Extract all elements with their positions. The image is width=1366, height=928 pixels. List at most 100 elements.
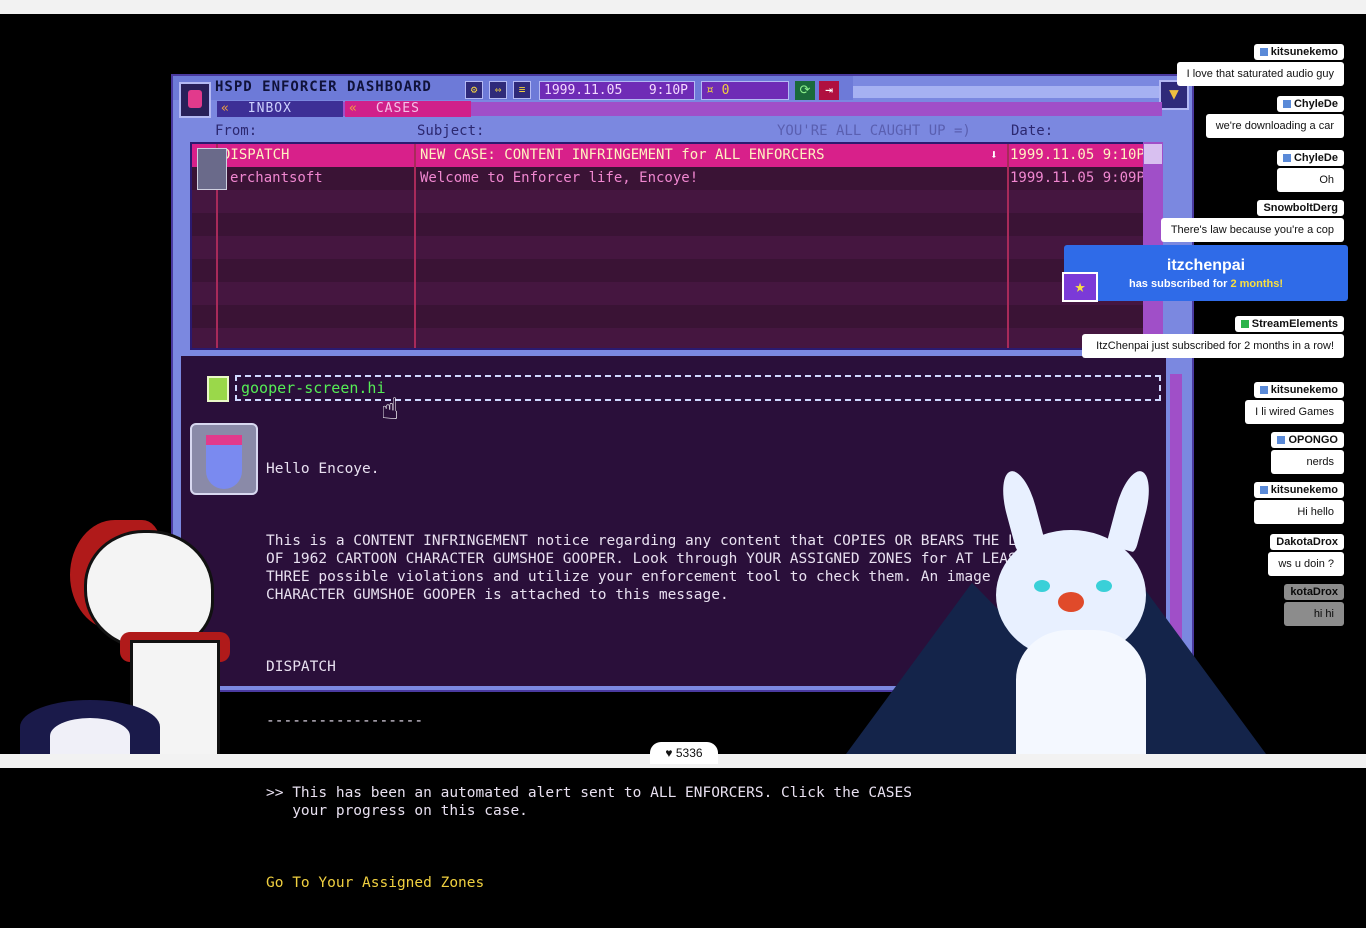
empty-row [192, 259, 1158, 282]
chat-message: ChyleDe Oh [1276, 146, 1344, 192]
chat-username-text: StreamElements [1251, 318, 1338, 330]
avatar-nose [1058, 592, 1084, 612]
tab-cases[interactable]: « CASES [345, 101, 471, 117]
chevron-left-icon: « [349, 101, 358, 116]
avatar-eye [1096, 580, 1112, 592]
chat-message: kitsunekemo Hi hello [1253, 478, 1344, 524]
chat-username-text: kitsunekemo [1270, 484, 1338, 496]
file-icon [207, 376, 229, 402]
chat-text: There's law because you're a cop [1160, 218, 1344, 242]
date-time-display: 1999.11.05 9:10P [539, 81, 695, 100]
like-counter[interactable]: ♥ 5336 [650, 742, 718, 764]
sub-alert-name: itzchenpai [1166, 257, 1246, 274]
time-value: 9:10P [648, 83, 688, 98]
chat-username: kotaDrox [1284, 584, 1344, 600]
list-headers: From: Subject: YOU'RE ALL CAUGHT UP =) D… [181, 120, 1166, 140]
chat-message: StreamElements ItzChenpai just subscribe… [1082, 312, 1344, 358]
empty-row [192, 328, 1158, 348]
chat-username: OPONGO [1271, 432, 1344, 448]
mail-from: erchantsoft [230, 170, 323, 186]
window-title: HSPD ENFORCER DASHBOARD [215, 79, 432, 95]
chat-username: ChyleDe [1276, 96, 1344, 112]
chat-message: DakotaDrox ws u doin ? [1268, 530, 1344, 576]
chat-message: kitsunekemo I li wired Games [1245, 378, 1344, 424]
chevron-left-icon: « [221, 101, 230, 116]
mail-subject: Welcome to Enforcer life, Encoye! [420, 170, 699, 186]
column-divider [414, 144, 416, 348]
mail-row-dispatch[interactable]: DISPATCH NEW CASE: CONTENT INFRINGEMENT … [192, 144, 1158, 167]
coin-value: 0 [721, 83, 730, 98]
chat-text: Hi hello [1253, 500, 1344, 524]
browser-top-bar [0, 0, 1366, 14]
refresh-icon[interactable]: ⟳ [795, 81, 815, 100]
subscription-alert: itzchenpai has subscribed for 2 months! [1064, 245, 1348, 301]
heart-icon: ♥ [665, 746, 673, 760]
split-icon[interactable]: ⇔ [489, 81, 507, 99]
attachment-name: gooper-screen.hi [241, 379, 386, 397]
coin-icon: ¤ [706, 83, 714, 98]
badge-icon [1282, 154, 1291, 163]
attachment-link[interactable]: gooper-screen.hi [235, 375, 1161, 401]
header-status: YOU'RE ALL CAUGHT UP =) [777, 123, 971, 139]
tab-cases-label: CASES [375, 101, 420, 116]
logout-icon[interactable]: ⇥ [819, 81, 839, 100]
tab-inbox[interactable]: « INBOX [217, 101, 343, 117]
empty-row [192, 282, 1158, 305]
avatar-horn [1106, 467, 1156, 553]
date-value: 1999.11.05 [544, 83, 623, 98]
avatar-chest [1016, 630, 1146, 754]
chat-username: kitsunekemo [1253, 44, 1344, 60]
empty-row [192, 190, 1158, 213]
chat-text: ws u doin ? [1268, 552, 1344, 576]
chat-text: we're downloading a car [1205, 114, 1344, 138]
chat-username-text: kitsunekemo [1270, 46, 1338, 58]
chat-username-text: OPONGO [1288, 434, 1338, 446]
header-subject: Subject: [417, 123, 485, 139]
chat-username: StreamElements [1234, 316, 1344, 332]
sender-avatar [197, 148, 227, 190]
chat-username: ChyleDe [1276, 150, 1344, 166]
chat-message: kotaDrox hi hi [1284, 580, 1344, 626]
badge-icon [1240, 320, 1249, 329]
chat-message: SnowboltDerg There's law because you're … [1160, 196, 1344, 242]
assigned-zones-link[interactable]: Go To Your Assigned Zones [266, 874, 1156, 892]
chat-text: ItzChenpai just subscribed for 2 months … [1082, 334, 1344, 358]
chat-text: nerds [1271, 450, 1344, 474]
avatar-eye [1034, 580, 1050, 592]
coin-counter: ¤ 0 [701, 81, 789, 100]
inbox-list: DISPATCH NEW CASE: CONTENT INFRINGEMENT … [190, 142, 1160, 350]
empty-row [192, 236, 1158, 259]
chat-username: SnowboltDerg [1257, 200, 1344, 216]
empty-row [192, 305, 1158, 328]
star-icon: ★ [1062, 272, 1098, 302]
like-count: 5336 [675, 746, 703, 760]
chat-message: OPONGO nerds [1271, 428, 1344, 474]
column-divider [1007, 144, 1009, 348]
badge-icon [1259, 386, 1268, 395]
mail-row-merchantsoft[interactable]: erchantsoft Welcome to Enforcer life, En… [192, 167, 1158, 190]
header-from: From: [215, 123, 258, 139]
badge-icon [1259, 48, 1268, 57]
menu-icon[interactable]: ≡ [513, 81, 531, 99]
cursor-icon: ☝ [381, 392, 400, 427]
chat-username: kitsunekemo [1253, 482, 1344, 498]
chat-username-text: ChyleDe [1293, 98, 1338, 110]
app-logo-icon [179, 82, 211, 118]
chat-username: kitsunekemo [1253, 382, 1344, 398]
mail-subject: NEW CASE: CONTENT INFRINGEMENT for ALL E… [420, 147, 825, 163]
mail-from: DISPATCH [222, 147, 290, 163]
badge-icon [1277, 436, 1286, 445]
enforcer-badge-icon [190, 423, 258, 495]
chat-text: hi hi [1284, 602, 1344, 626]
streamer-avatar-right [846, 467, 1266, 754]
tab-inbox-label: INBOX [247, 101, 292, 116]
chat-text: I love that saturated audio guy [1176, 62, 1344, 86]
badge-icon [1282, 100, 1291, 109]
settings-icon[interactable]: ⚙ [465, 81, 483, 99]
chat-username-text: ChyleDe [1293, 152, 1338, 164]
chat-username-text: kitsunekemo [1270, 384, 1338, 396]
small-avatar [20, 700, 160, 754]
download-icon[interactable]: ⬇ [990, 144, 998, 167]
chat-message: ChyleDe we're downloading a car [1205, 92, 1344, 138]
message-note: >> This has been an automated alert sent… [266, 785, 913, 819]
